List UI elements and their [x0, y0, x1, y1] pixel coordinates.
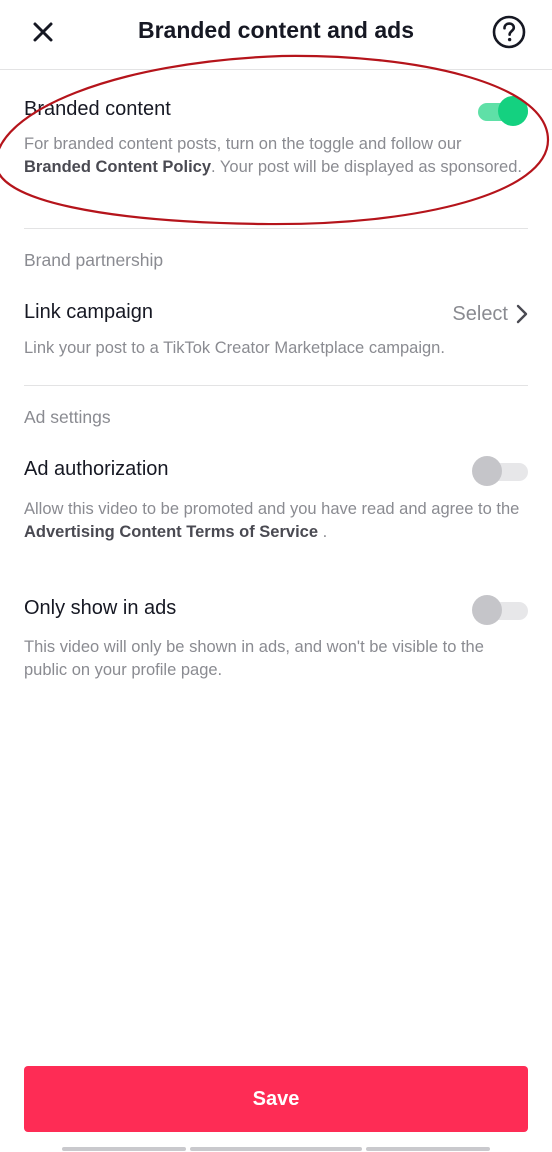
ad-authorization-label: Ad authorization [24, 458, 169, 480]
branded-content-toggle[interactable] [472, 96, 528, 126]
chevron-right-icon [516, 304, 528, 324]
help-circle-icon [492, 15, 526, 49]
help-button[interactable] [492, 15, 526, 49]
branded-content-policy-link[interactable]: Branded Content Policy [24, 158, 211, 176]
system-nav-segment [62, 1147, 186, 1151]
advertising-terms-link[interactable]: Advertising Content Terms of Service [24, 523, 318, 541]
save-button[interactable]: Save [24, 1066, 528, 1132]
toggle-knob [472, 595, 502, 625]
toggle-knob [472, 456, 502, 486]
system-nav-segment [366, 1147, 490, 1151]
description-text: For branded content posts, turn on the t… [24, 135, 462, 153]
branded-content-description: For branded content posts, turn on the t… [24, 133, 524, 179]
only-show-in-ads-label: Only show in ads [24, 597, 177, 619]
link-campaign-select[interactable]: Select [452, 300, 528, 328]
description-text: . [318, 523, 328, 541]
toggle-knob [498, 96, 528, 126]
brand-partnership-heading: Brand partnership [24, 250, 164, 270]
ad-authorization-toggle[interactable] [472, 456, 528, 486]
page-title: Branded content and ads [137, 17, 415, 43]
ad-authorization-description: Allow this video to be promoted and you … [24, 498, 524, 544]
divider [24, 228, 528, 229]
header-bar: Branded content and ads [0, 0, 552, 70]
description-text: Allow this video to be promoted and you … [24, 500, 520, 518]
branded-content-label: Branded content [24, 98, 171, 120]
only-show-in-ads-toggle[interactable] [472, 595, 528, 625]
description-text: . Your post will be displayed as sponsor… [211, 158, 522, 176]
ad-settings-heading: Ad settings [24, 407, 111, 427]
select-label: Select [452, 302, 508, 325]
divider [24, 385, 528, 386]
system-nav-segment [190, 1147, 362, 1151]
link-campaign-label: Link campaign [24, 301, 153, 323]
only-show-in-ads-description: This video will only be shown in ads, an… [24, 638, 484, 679]
link-campaign-description: Link your post to a TikTok Creator Marke… [24, 339, 445, 357]
